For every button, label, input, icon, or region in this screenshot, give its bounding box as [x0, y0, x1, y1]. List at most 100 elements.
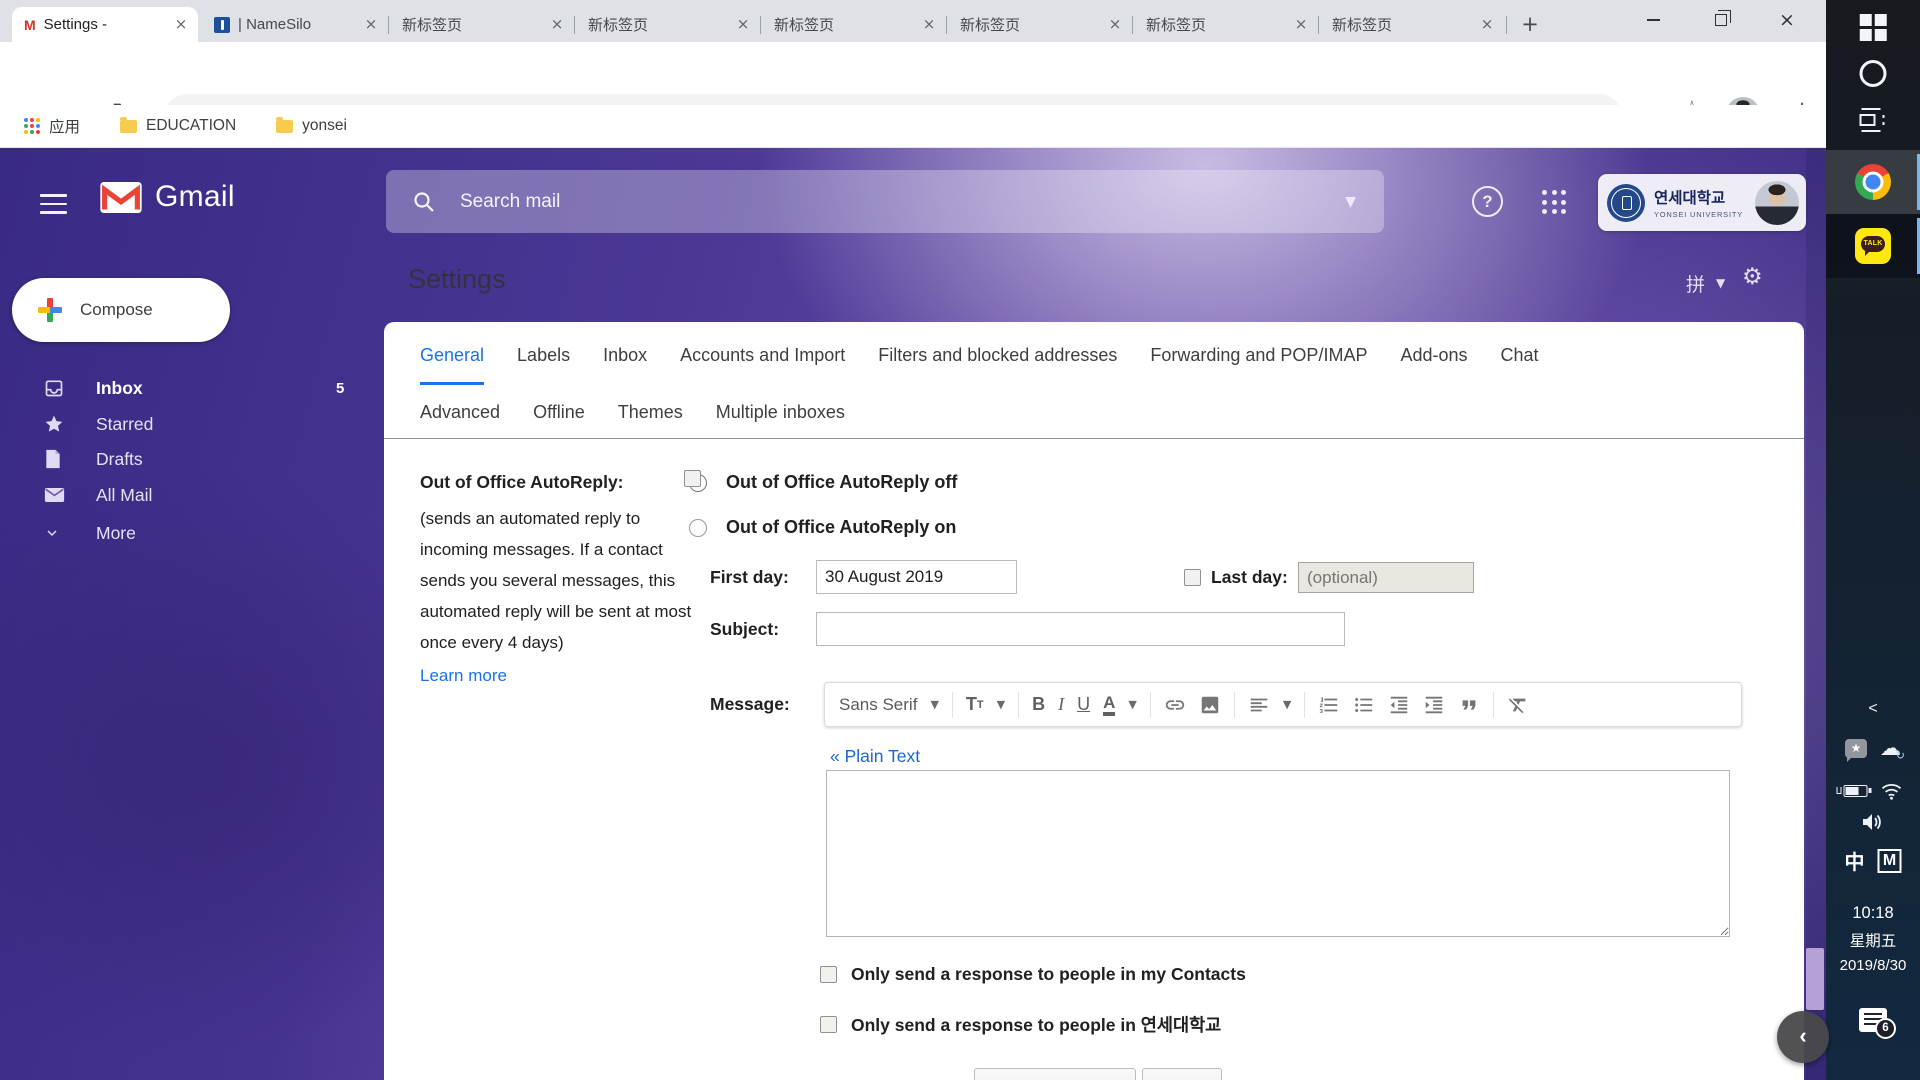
message-textarea[interactable] [826, 770, 1730, 937]
action-center-button[interactable]: 6 [1859, 1008, 1887, 1032]
bookmark-folder-yonsei[interactable]: yonsei [276, 117, 347, 135]
tab-general[interactable]: General [420, 345, 484, 385]
star-badge-tray-icon[interactable]: ★ [1845, 739, 1867, 758]
ime-mode-button[interactable]: M [1878, 849, 1902, 873]
tab-forwarding[interactable]: Forwarding and POP/IMAP [1150, 345, 1367, 385]
tab-new-tab-page[interactable]: 新标签页 × [390, 7, 574, 42]
show-hidden-icons-button[interactable]: < [1868, 700, 1877, 718]
battery-icon[interactable] [1844, 785, 1868, 797]
page-scrollbar-track[interactable] [1806, 148, 1826, 1080]
tab-close-icon[interactable]: × [548, 16, 566, 34]
tab-close-icon[interactable]: × [172, 16, 190, 34]
underline-button[interactable]: U [1077, 694, 1090, 715]
new-tab-button[interactable]: + [1514, 9, 1546, 39]
search-options-chevron-icon[interactable]: ▼ [1345, 194, 1356, 210]
last-day-checkbox[interactable] [1184, 569, 1201, 586]
google-apps-icon[interactable] [1542, 190, 1566, 214]
taskbar-clock[interactable]: 10:18 星期五 2019/8/30 [1826, 904, 1920, 974]
italic-button[interactable]: I [1058, 694, 1064, 715]
autoreply-on-radio[interactable] [689, 519, 707, 537]
tab-themes[interactable]: Themes [618, 402, 683, 439]
numbered-list-icon[interactable] [1318, 694, 1340, 716]
tab-offline[interactable]: Offline [533, 402, 585, 439]
tab-multiple-inboxes[interactable]: Multiple inboxes [716, 402, 845, 439]
cancel-button[interactable]: Cancel [1142, 1068, 1222, 1080]
tab-close-icon[interactable]: × [1292, 16, 1310, 34]
sidebar-item-inbox[interactable]: Inbox 5 [0, 370, 384, 406]
quote-icon[interactable] [1458, 694, 1480, 716]
tab-filters[interactable]: Filters and blocked addresses [878, 345, 1117, 385]
tab-new-tab-page[interactable]: 新标签页 × [1134, 7, 1318, 42]
tab-new-tab-page[interactable]: 新标签页 × [762, 7, 946, 42]
bulleted-list-icon[interactable] [1353, 694, 1375, 716]
plain-text-link[interactable]: « Plain Text [830, 746, 920, 767]
task-view-button[interactable] [1860, 108, 1887, 132]
learn-more-link[interactable]: Learn more [420, 663, 706, 689]
sidebar-item-starred[interactable]: Starred [0, 406, 384, 442]
tab-close-icon[interactable]: × [734, 16, 752, 34]
input-tools-button[interactable]: 拼 [1686, 270, 1705, 297]
remove-formatting-icon[interactable] [1507, 694, 1529, 716]
taskbar-chrome-button[interactable] [1826, 150, 1920, 214]
gmail-logo[interactable]: Gmail [100, 180, 235, 214]
cortana-button[interactable] [1860, 60, 1887, 87]
first-day-input[interactable] [816, 560, 1017, 594]
volume-icon[interactable] [1861, 812, 1885, 832]
tab-gmail-settings[interactable]: M Settings - × [12, 7, 198, 42]
tab-add-ons[interactable]: Add-ons [1400, 345, 1467, 385]
tab-inbox[interactable]: Inbox [603, 345, 647, 385]
input-tools-chevron-icon[interactable]: ▼ [1716, 276, 1725, 290]
bold-button[interactable]: B [1032, 694, 1045, 715]
user-avatar[interactable] [1755, 181, 1799, 225]
tab-namesilo[interactable]: | NameSilo × [202, 7, 388, 42]
last-day-checkbox[interactable] [684, 470, 701, 487]
save-changes-button[interactable]: Save Changes [974, 1068, 1136, 1080]
help-button[interactable] [1472, 186, 1503, 217]
page-scrollbar-thumb[interactable] [1806, 948, 1824, 1010]
main-menu-icon[interactable] [40, 194, 67, 214]
tab-accounts-and-import[interactable]: Accounts and Import [680, 345, 845, 385]
font-size-chevron-icon[interactable]: ▼ [997, 698, 1005, 711]
tab-close-icon[interactable]: × [1106, 16, 1124, 34]
ime-language-button[interactable]: 中 [1845, 846, 1865, 875]
contacts-only-checkbox[interactable] [820, 966, 837, 983]
font-family-select[interactable]: Sans Serif [839, 695, 917, 715]
search-bar[interactable]: Search mail ▼ [386, 170, 1384, 233]
text-color-chevron-icon[interactable]: ▼ [1128, 698, 1136, 711]
sidebar-item-drafts[interactable]: Drafts [0, 441, 384, 477]
align-icon[interactable] [1248, 694, 1270, 716]
tab-advanced[interactable]: Advanced [420, 402, 500, 439]
sidebar-item-more[interactable]: More [0, 515, 384, 551]
tab-labels[interactable]: Labels [517, 345, 570, 385]
tab-close-icon[interactable]: × [362, 16, 380, 34]
tab-close-icon[interactable]: × [1478, 16, 1496, 34]
insert-image-icon[interactable] [1199, 694, 1221, 716]
tab-new-tab-page[interactable]: 新标签页 × [948, 7, 1132, 42]
taskbar-kakaotalk-button[interactable]: TALK [1826, 214, 1920, 278]
sidebar-item-all-mail[interactable]: All Mail [0, 477, 384, 513]
window-restore-button[interactable] [1688, 0, 1754, 40]
bookmark-apps[interactable]: 应用 [24, 115, 80, 137]
bookmark-folder-education[interactable]: EDUCATION [120, 117, 236, 135]
window-close-button[interactable]: × [1754, 0, 1820, 40]
window-minimize-button[interactable] [1620, 0, 1686, 40]
settings-gear-icon[interactable] [1742, 264, 1763, 290]
start-button[interactable] [1860, 14, 1887, 41]
last-day-input[interactable] [1298, 562, 1474, 593]
insert-link-icon[interactable] [1164, 694, 1186, 716]
indent-more-icon[interactable] [1423, 694, 1445, 716]
font-family-chevron-icon[interactable]: ▼ [930, 698, 938, 711]
compose-button[interactable]: Compose [12, 278, 230, 342]
font-size-button[interactable]: TT [966, 694, 984, 715]
tab-new-tab-page[interactable]: 新标签页 × [1320, 7, 1504, 42]
text-color-button[interactable]: A [1103, 694, 1115, 716]
collapse-panel-button[interactable] [1777, 1011, 1829, 1063]
tab-chat[interactable]: Chat [1501, 345, 1539, 385]
wifi-icon[interactable] [1881, 782, 1903, 800]
subject-input[interactable] [816, 612, 1345, 646]
domain-only-checkbox[interactable] [820, 1016, 837, 1033]
indent-less-icon[interactable] [1388, 694, 1410, 716]
tab-close-icon[interactable]: × [920, 16, 938, 34]
account-profile-card[interactable]: 연세대학교 YONSEI UNIVERSITY [1598, 174, 1806, 231]
align-chevron-icon[interactable]: ▼ [1283, 698, 1291, 711]
